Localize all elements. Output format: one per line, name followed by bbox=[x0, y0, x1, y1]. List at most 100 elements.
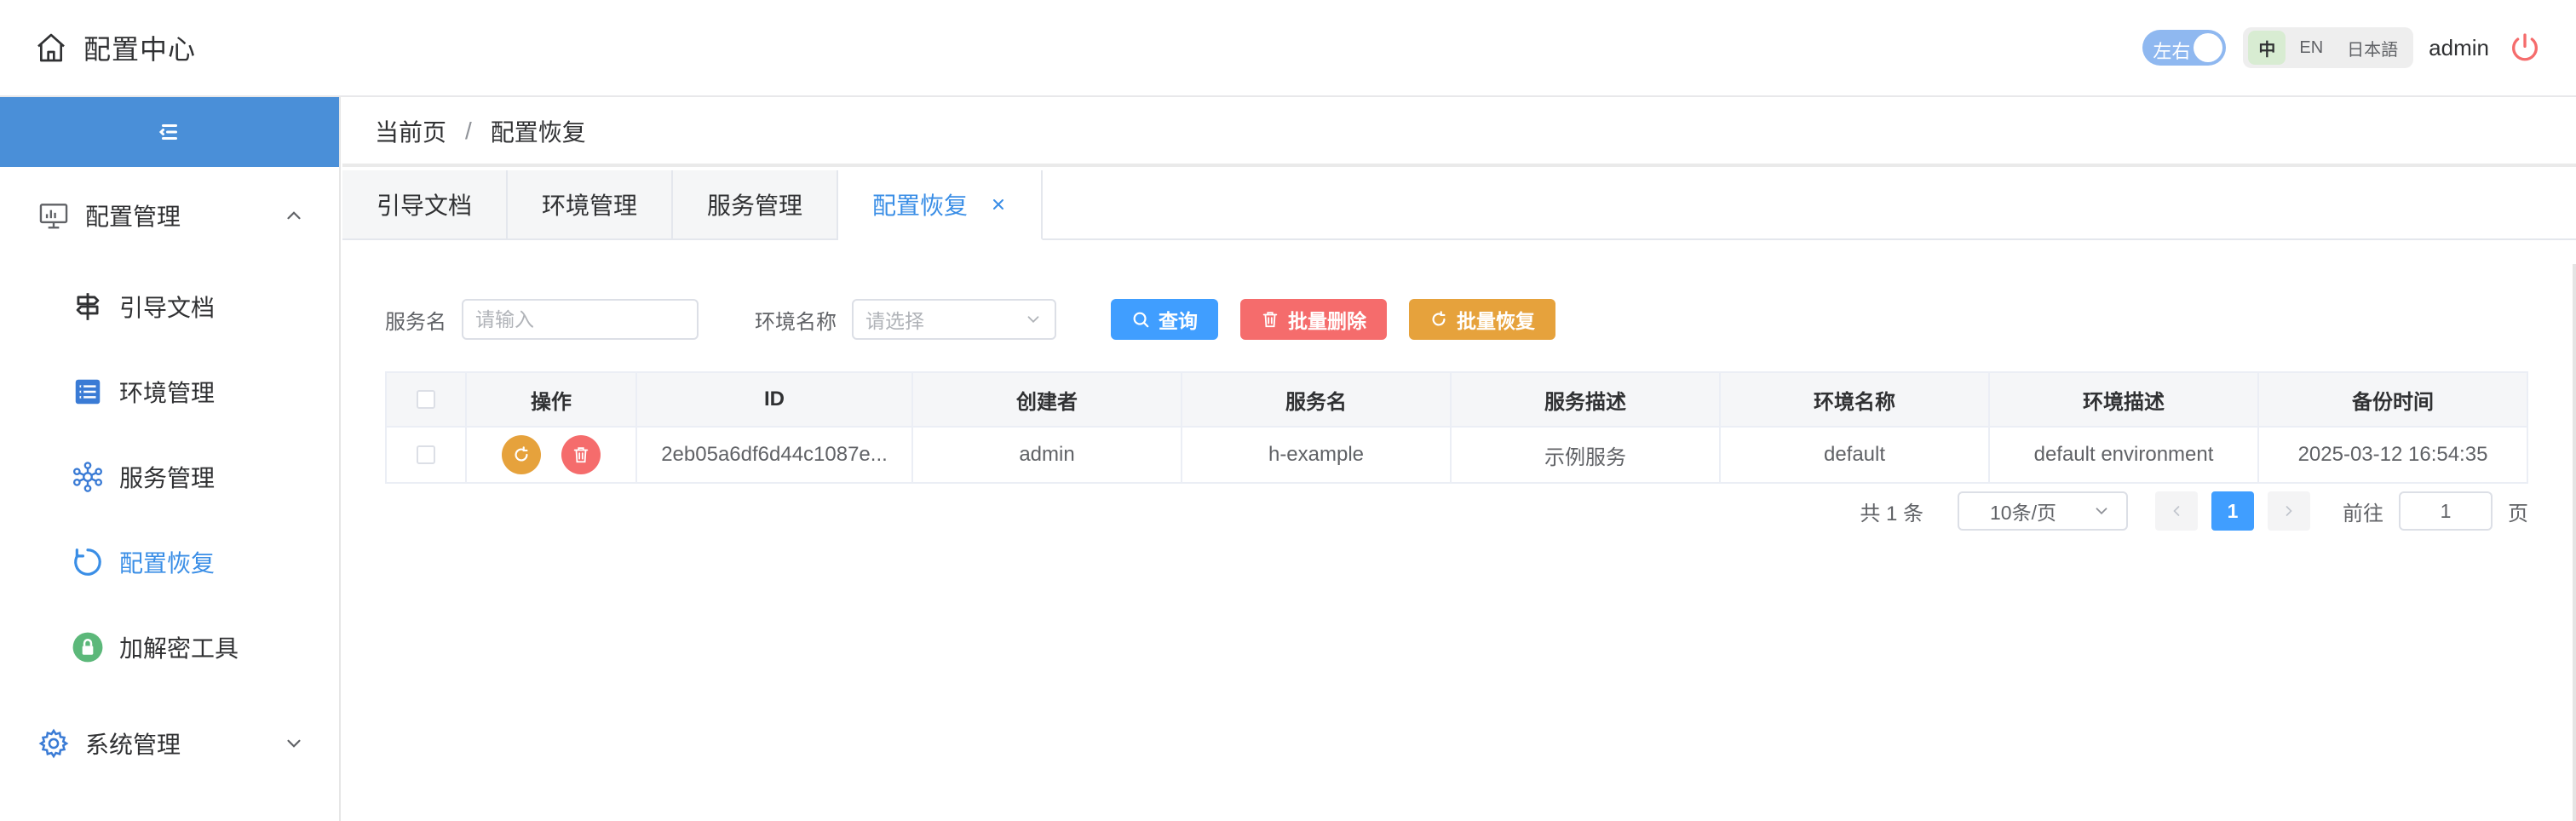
sidebar-item-guide-docs[interactable]: 引导文档 bbox=[0, 264, 339, 349]
tab-env-management[interactable]: 环境管理 bbox=[508, 170, 674, 238]
goto-page-input[interactable] bbox=[2399, 491, 2493, 531]
server-list-icon bbox=[75, 379, 101, 405]
chevron-down-icon bbox=[2096, 508, 2107, 515]
batch-restore-button[interactable]: 批量恢复 bbox=[1409, 299, 1555, 340]
sidebar-item-config-restore[interactable]: 配置恢复 bbox=[0, 520, 339, 605]
cell-env-desc: default environment bbox=[1990, 428, 2259, 482]
chevron-up-icon bbox=[287, 211, 301, 220]
signpost-icon bbox=[76, 293, 100, 320]
breadcrumb-item-current[interactable]: 当前页 bbox=[375, 114, 446, 148]
select-all-checkbox[interactable] bbox=[417, 390, 435, 409]
header-actions: 左右 中 EN 日本語 admin bbox=[2142, 26, 2542, 70]
query-button[interactable]: 查询 bbox=[1111, 299, 1218, 340]
goto-unit: 页 bbox=[2508, 502, 2528, 525]
next-page-button[interactable] bbox=[2268, 491, 2310, 531]
layout-toggle-label: 左右 bbox=[2153, 41, 2191, 62]
id-text: 2eb05a6df6d44c1087e... bbox=[661, 443, 888, 466]
table-header: 操作 ID 创建者 服务名 服务描述 环境名称 环境描述 备份时间 bbox=[387, 373, 2527, 428]
sidebar-item-label: 加解密工具 bbox=[119, 635, 239, 662]
cell-env-name: default bbox=[1721, 428, 1990, 482]
lock-icon bbox=[72, 632, 103, 663]
restore-row-button[interactable] bbox=[502, 435, 541, 474]
row-checkbox[interactable] bbox=[417, 445, 435, 464]
app-title: 配置中心 bbox=[83, 34, 197, 65]
column-header: 环境描述 bbox=[1990, 373, 2259, 426]
sidebar-item-label: 环境管理 bbox=[119, 380, 216, 406]
gear-icon bbox=[38, 728, 69, 759]
header-select-all bbox=[387, 373, 467, 426]
pagination: 共 1 条 10条/页 1 前往 页 bbox=[1860, 491, 2528, 531]
tab-guide-docs[interactable]: 引导文档 bbox=[342, 170, 509, 238]
cell-service-desc: 示例服务 bbox=[1452, 428, 1721, 482]
breadcrumb-separator: / bbox=[465, 118, 472, 144]
breadcrumb: 当前页 / 配置恢复 bbox=[342, 99, 2576, 167]
column-header: 服务名 bbox=[1182, 373, 1452, 426]
row-actions bbox=[467, 428, 637, 482]
top-header: 配置中心 左右 中 EN 日本語 admin bbox=[0, 0, 2576, 97]
service-name-label: 服务名 bbox=[385, 310, 446, 334]
chevron-left-icon bbox=[2173, 506, 2180, 516]
prev-page-button[interactable] bbox=[2155, 491, 2198, 531]
trash-icon bbox=[573, 447, 589, 463]
env-name-label: 环境名称 bbox=[755, 310, 837, 334]
breadcrumb-item-page: 配置恢复 bbox=[490, 119, 586, 146]
column-header: 创建者 bbox=[913, 373, 1182, 426]
sidebar-group-system[interactable]: 系统管理 bbox=[0, 695, 339, 792]
cell-backup-time: 2025-03-12 16:54:35 bbox=[2297, 443, 2488, 466]
delete-row-button[interactable] bbox=[561, 435, 601, 474]
toggle-knob bbox=[2194, 33, 2223, 62]
sidebar-collapse-button[interactable] bbox=[0, 97, 339, 167]
restore-icon bbox=[74, 548, 101, 576]
brand: 配置中心 bbox=[34, 26, 196, 70]
page-tabs: 引导文档 环境管理 服务管理 配置恢复 bbox=[342, 170, 2576, 240]
trash-icon bbox=[1262, 312, 1278, 328]
batch-delete-label: 批量删除 bbox=[1288, 310, 1366, 332]
search-icon bbox=[1133, 312, 1149, 328]
sidebar-group-label: 配置管理 bbox=[85, 204, 181, 230]
chevron-right-icon bbox=[2286, 506, 2292, 516]
row-select-cell bbox=[387, 428, 467, 482]
service-name-input[interactable] bbox=[462, 299, 699, 340]
tab-label: 配置恢复 bbox=[872, 192, 969, 219]
tab-service-management[interactable]: 服务管理 bbox=[673, 170, 839, 238]
power-icon[interactable] bbox=[2508, 31, 2542, 65]
refresh-icon bbox=[515, 446, 528, 462]
table-row: 2eb05a6df6d44c1087e... admin h-example 示… bbox=[387, 428, 2527, 482]
column-header: 操作 bbox=[467, 373, 637, 426]
lang-zh-button[interactable]: 中 bbox=[2248, 31, 2286, 65]
column-header: ID bbox=[637, 373, 913, 426]
username[interactable]: admin bbox=[2429, 35, 2489, 61]
total-count: 共 1 条 bbox=[1860, 502, 1923, 525]
tab-config-restore[interactable]: 配置恢复 bbox=[838, 170, 1044, 240]
sidebar-item-label: 配置恢复 bbox=[119, 550, 216, 577]
cell-service-name: h-example bbox=[1182, 428, 1452, 482]
menu-fold-icon bbox=[158, 124, 177, 140]
page-number-button[interactable]: 1 bbox=[2211, 491, 2254, 531]
cell-id: 2eb05a6df6d44c1087e... bbox=[637, 428, 913, 482]
page-size-select[interactable]: 10条/页 bbox=[1958, 491, 2128, 531]
chevron-down-icon bbox=[1027, 316, 1039, 324]
goto-label: 前往 bbox=[2343, 502, 2383, 525]
sidebar-group-label: 系统管理 bbox=[85, 732, 181, 758]
column-header: 环境名称 bbox=[1721, 373, 1990, 426]
chevron-down-icon bbox=[287, 739, 301, 748]
sidebar-item-service-management[interactable]: 服务管理 bbox=[0, 434, 339, 520]
batch-delete-button[interactable]: 批量删除 bbox=[1240, 299, 1387, 340]
filter-bar: 服务名 环境名称 请选择 查询 批量删除 批量恢复 bbox=[385, 298, 1578, 341]
sidebar-item-label: 引导文档 bbox=[119, 295, 216, 321]
layout-toggle-switch[interactable]: 左右 bbox=[2142, 30, 2227, 66]
sidebar-group-config[interactable]: 配置管理 bbox=[0, 167, 339, 264]
content-scrollbar[interactable] bbox=[2573, 264, 2576, 821]
sidebar-item-label: 服务管理 bbox=[119, 465, 216, 491]
backup-table: 操作 ID 创建者 服务名 服务描述 环境名称 环境描述 备份时间 2eb05a… bbox=[385, 371, 2528, 484]
sidebar-item-crypto-tool[interactable]: 加解密工具 bbox=[0, 605, 339, 690]
close-icon[interactable] bbox=[990, 196, 1007, 213]
lang-ja-button[interactable]: 日本語 bbox=[2337, 31, 2408, 65]
sidebar-item-env-management[interactable]: 环境管理 bbox=[0, 349, 339, 434]
batch-restore-label: 批量恢复 bbox=[1457, 310, 1535, 332]
env-name-select[interactable]: 请选择 bbox=[852, 299, 1056, 340]
page-size-value: 10条/页 bbox=[1990, 502, 2056, 524]
cell-creator: admin bbox=[913, 428, 1182, 482]
home-icon[interactable] bbox=[34, 31, 68, 65]
lang-en-button[interactable]: EN bbox=[2289, 31, 2333, 65]
